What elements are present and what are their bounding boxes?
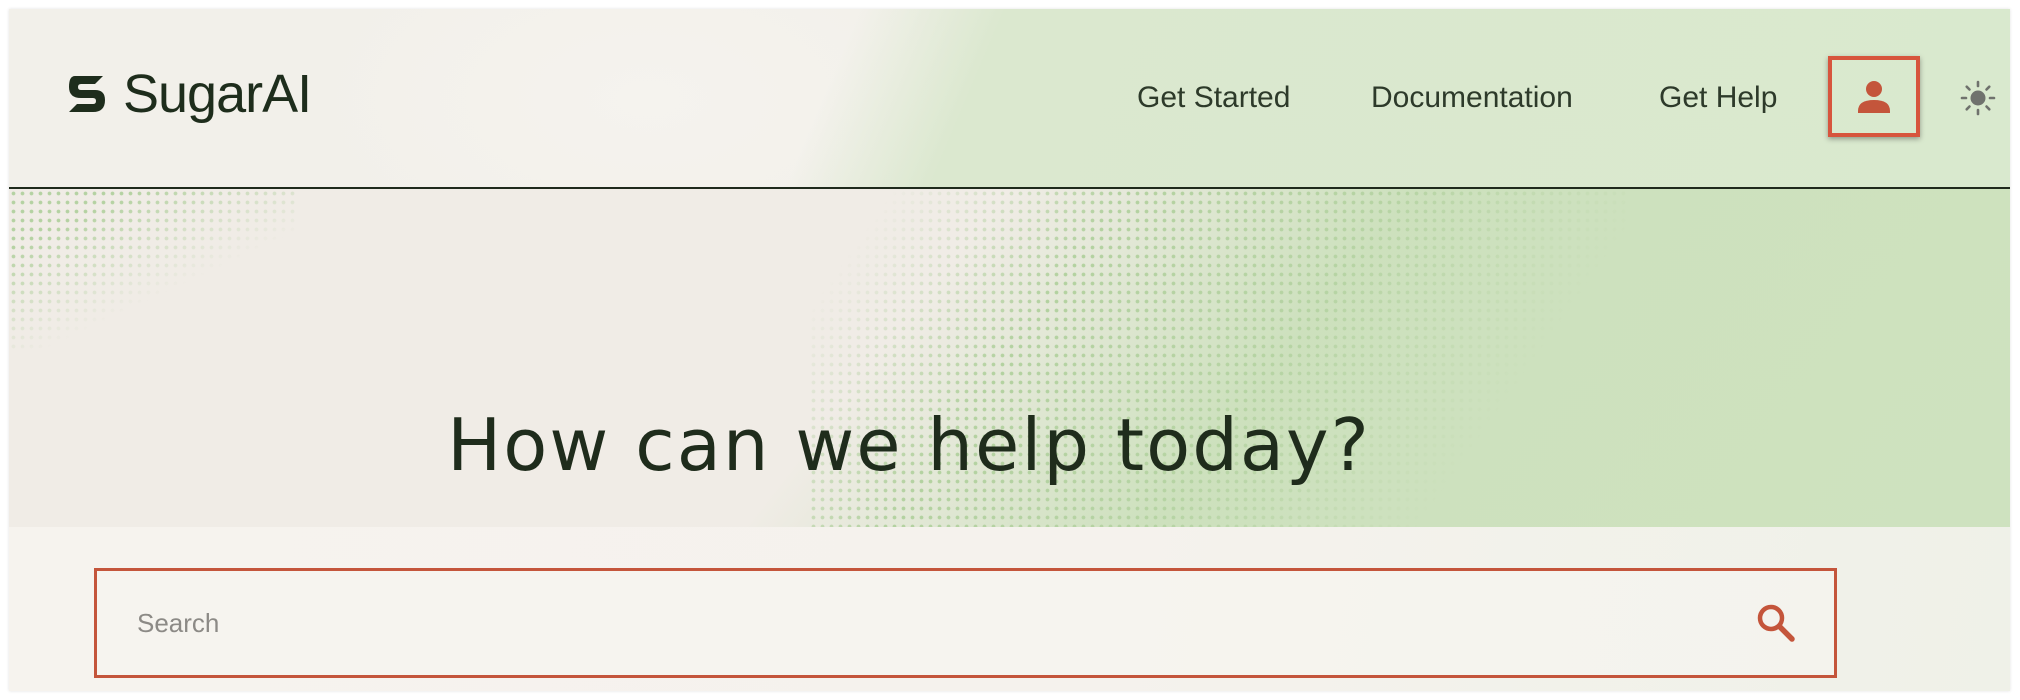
search-input[interactable]: [137, 571, 1697, 675]
search-button[interactable]: [1755, 602, 1797, 644]
hero-title: How can we help today?: [447, 403, 1371, 487]
sugarai-logo-mark-icon: [69, 76, 105, 112]
theme-toggle-button[interactable]: [1960, 80, 1996, 116]
person-icon: [1858, 80, 1890, 113]
brand-name: SugarAI: [123, 64, 312, 124]
nav-get-started[interactable]: Get Started: [1137, 83, 1290, 113]
account-button[interactable]: [1828, 56, 1920, 137]
search-bar[interactable]: [94, 568, 1837, 678]
page-frame: SugarAI Get Started Documentation Get He…: [9, 9, 2010, 691]
sun-icon: [1960, 80, 1996, 116]
dot-pattern-left: [9, 189, 299, 349]
site-header: SugarAI Get Started Documentation Get He…: [9, 9, 2010, 189]
nav-documentation[interactable]: Documentation: [1371, 83, 1573, 113]
search-icon: [1757, 604, 1795, 642]
nav-get-help[interactable]: Get Help: [1659, 83, 1777, 113]
brand-logo-link[interactable]: SugarAI: [65, 64, 312, 124]
